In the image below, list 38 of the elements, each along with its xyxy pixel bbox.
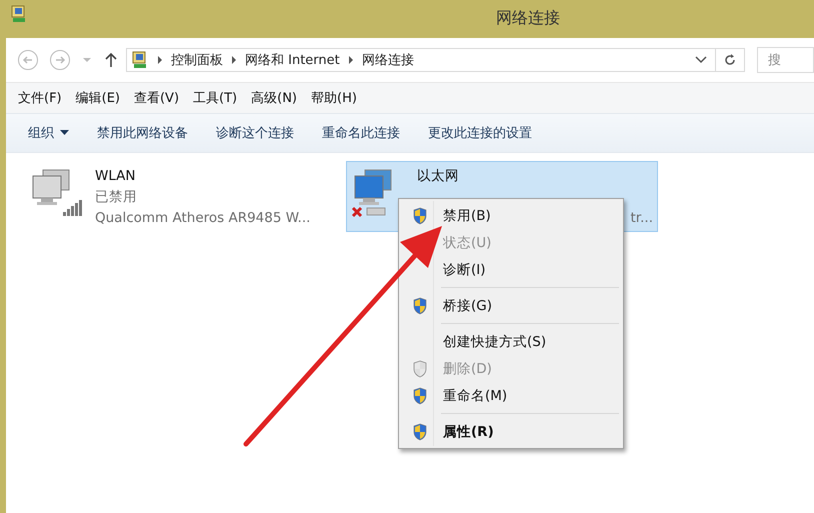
up-arrow-icon[interactable] (104, 52, 118, 68)
search-field[interactable]: 搜 (757, 47, 814, 73)
adapter-name: tr... (630, 209, 653, 228)
context-menu-item[interactable]: 诊断(I) (401, 256, 621, 283)
command-button[interactable]: 重命名此连接 (310, 120, 412, 146)
menu-item[interactable]: 工具(T) (187, 87, 244, 109)
menu-item[interactable]: 文件(F) (12, 87, 68, 109)
breadcrumb-chevron-icon[interactable] (157, 56, 163, 64)
menu-item[interactable]: 帮助(H) (305, 87, 363, 109)
window-title: 网络连接 (496, 8, 560, 29)
network-folder-icon (131, 51, 149, 69)
breadcrumb-chevron-icon[interactable] (231, 56, 237, 64)
context-menu-item[interactable]: 重命名(M) (401, 382, 621, 409)
refresh-button[interactable] (715, 48, 745, 72)
menu-item[interactable]: 高级(N) (245, 87, 303, 109)
context-menu-item[interactable]: 属性(R) (401, 418, 621, 445)
adapter-name: Qualcomm Atheros AR9485 W... (95, 209, 312, 228)
address-field[interactable]: 控制面板 网络和 Internet 网络连接 (126, 48, 716, 72)
breadcrumb-item[interactable]: 网络和 Internet (245, 51, 340, 69)
command-button[interactable]: 诊断这个连接 (204, 120, 306, 146)
breadcrumb-item[interactable]: 控制面板 (171, 51, 223, 69)
command-button[interactable]: 禁用此网络设备 (85, 120, 200, 146)
breadcrumb-item[interactable]: 网络连接 (362, 51, 414, 69)
connection-name: WLAN (95, 167, 137, 186)
menu-item[interactable]: 编辑(E) (70, 87, 126, 109)
menu-item[interactable]: 查看(V) (128, 87, 186, 109)
refresh-icon (723, 53, 737, 67)
chevron-down-icon[interactable] (695, 56, 707, 64)
connection-name: 以太网 (417, 167, 460, 186)
connection-item[interactable]: WLAN 已禁用 Qualcomm Atheros AR9485 W... (24, 161, 336, 232)
breadcrumb-chevron-icon[interactable] (348, 56, 354, 64)
command-button[interactable]: 更改此连接的设置 (416, 120, 544, 146)
network-folder-icon (10, 5, 28, 23)
connection-status: 已禁用 (95, 188, 138, 207)
command-button[interactable]: 组织 (16, 120, 81, 146)
context-menu-item[interactable]: 禁用(B) (401, 202, 621, 229)
context-menu-item[interactable]: 桥接(G) (401, 292, 621, 319)
context-menu-item[interactable]: 创建快捷方式(S) (401, 328, 621, 355)
